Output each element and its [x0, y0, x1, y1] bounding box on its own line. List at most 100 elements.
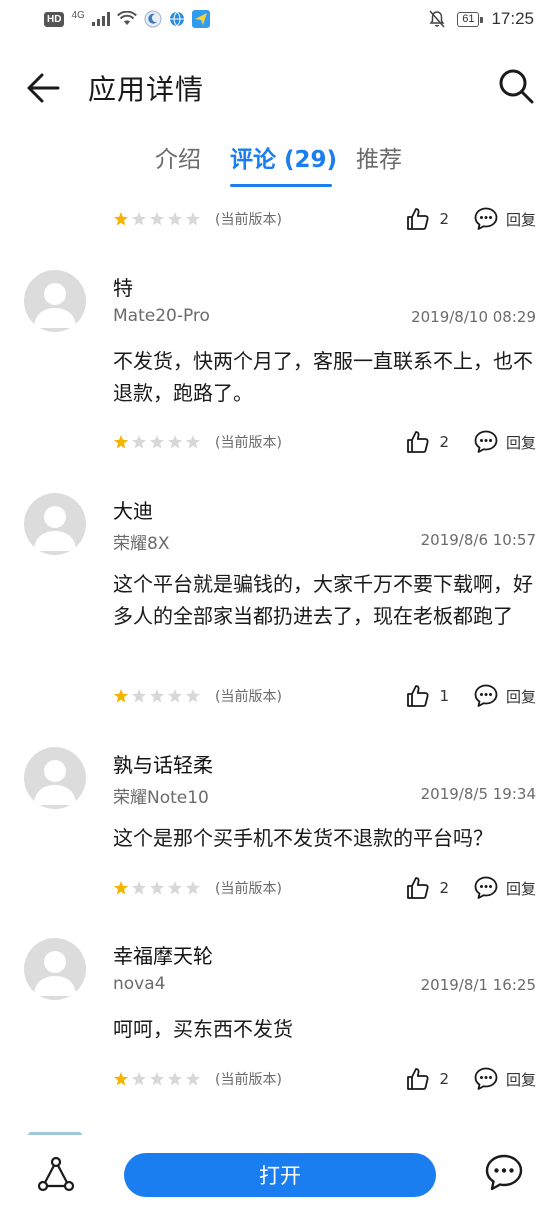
thumbs-up-icon[interactable]	[405, 1066, 431, 1092]
app-bar: 应用详情	[0, 50, 560, 126]
tab-reviews[interactable]: 评论 (29)	[230, 140, 337, 174]
reviewer-device: 荣耀Note10	[113, 788, 209, 808]
tab-recommend[interactable]: 推荐	[356, 140, 402, 174]
review-timestamp: 2019/8/1 16:25	[420, 976, 536, 994]
review-footer: (当前版本) 2 回复	[113, 1064, 536, 1094]
review-item: 孰与话轻柔荣耀Note10 2019/8/5 19:34 这个是那个买手机不发货不退…	[0, 747, 560, 903]
avatar[interactable]	[24, 938, 86, 1000]
version-label: (当前版本)	[215, 435, 282, 451]
review-timestamp: 2019/8/5 19:34	[420, 785, 536, 803]
comment-bubble-icon[interactable]	[473, 429, 499, 455]
reply-button[interactable]: 回复	[506, 686, 536, 707]
page-title: 应用详情	[88, 73, 205, 106]
star-empty-icon	[132, 435, 146, 449]
bell-muted-icon	[429, 10, 445, 28]
star-filled-icon	[114, 212, 128, 226]
like-count: 2	[439, 210, 449, 228]
star-empty-icon	[168, 435, 182, 449]
share-icon[interactable]	[36, 1154, 76, 1194]
star-empty-icon	[168, 689, 182, 703]
comment-bubble-icon[interactable]	[473, 683, 499, 709]
star-empty-icon	[186, 212, 200, 226]
network-type: 4G	[71, 9, 85, 21]
status-bar: HD 4G 61 17:25	[0, 0, 560, 42]
review-timestamp: 2019/8/10 08:29	[411, 308, 536, 326]
thumbs-up-icon[interactable]	[405, 429, 431, 455]
reviewer-name[interactable]: 大迪	[113, 495, 153, 524]
globe-app-icon	[169, 11, 184, 27]
review-item: 特 Mate20-Pro 2019/8/10 08:29 不发货，快两个月了，客服一直…	[0, 270, 560, 457]
bottom-action-bar: 打开	[0, 1135, 560, 1213]
hd-badge: HD	[44, 11, 65, 27]
review-footer: (当前版本) 1 回复	[113, 681, 536, 711]
star-filled-icon	[114, 1072, 128, 1086]
chat-bubble-icon[interactable]	[484, 1153, 524, 1193]
star-empty-icon	[186, 435, 200, 449]
thumbs-up-icon[interactable]	[405, 875, 431, 901]
avatar[interactable]	[24, 747, 86, 809]
review-text: 这个平台就是骗钱的，大家千万不要下载啊，好多人的全部家当都扔进去了，现在老板都跑…	[113, 572, 533, 628]
reviewer-device: 荣耀8X	[113, 534, 170, 554]
reply-button[interactable]: 回复	[506, 432, 536, 453]
star-rating	[113, 211, 201, 227]
star-rating	[113, 880, 201, 896]
reviewer-name[interactable]: 幸福摩天轮	[113, 940, 213, 969]
star-empty-icon	[150, 689, 164, 703]
reviewer-device: Mate20-Pro	[113, 306, 210, 326]
star-empty-icon	[186, 1072, 200, 1086]
paper-plane-app-icon	[191, 10, 210, 28]
thumbs-up-icon[interactable]	[405, 206, 431, 232]
star-empty-icon	[168, 881, 182, 895]
tab-intro[interactable]: 介绍	[155, 140, 201, 174]
star-empty-icon	[132, 1072, 146, 1086]
like-count: 2	[439, 1070, 449, 1088]
reviewer-name[interactable]: 特	[113, 272, 133, 301]
star-empty-icon	[186, 881, 200, 895]
review-footer: (当前版本) 2 回复	[113, 204, 536, 234]
review-item: 幸福摩天轮 nova4 2019/8/1 16:25 呵呵，买东西不发货 (当前版本) 2…	[0, 938, 560, 1094]
star-rating	[113, 1071, 201, 1087]
avatar[interactable]	[24, 270, 86, 332]
version-label: (当前版本)	[215, 689, 282, 705]
signal-icon	[91, 12, 110, 26]
star-empty-icon	[132, 689, 146, 703]
back-arrow-icon[interactable]	[24, 68, 64, 108]
active-tab-indicator	[230, 184, 332, 187]
version-label: (当前版本)	[215, 1072, 282, 1088]
reply-button[interactable]: 回复	[506, 878, 536, 899]
star-empty-icon	[150, 212, 164, 226]
review-footer: (当前版本) 2 回复	[113, 427, 536, 457]
version-label: (当前版本)	[215, 212, 282, 228]
star-filled-icon	[114, 689, 128, 703]
reviewer-device: nova4	[113, 974, 166, 994]
reply-button[interactable]: 回复	[506, 1069, 536, 1090]
star-empty-icon	[150, 435, 164, 449]
search-icon[interactable]	[496, 66, 536, 106]
version-label: (当前版本)	[215, 881, 282, 897]
review-text: 不发货，快两个月了，客服一直联系不上，也不退款，跑路了。	[113, 349, 533, 405]
review-text: 这个是那个买手机不发货不退款的平台吗？	[113, 826, 493, 850]
like-count: 2	[439, 879, 449, 897]
moon-app-icon	[144, 10, 162, 28]
star-empty-icon	[168, 1072, 182, 1086]
star-empty-icon	[132, 881, 146, 895]
comment-bubble-icon[interactable]	[473, 206, 499, 232]
battery-indicator: 61	[457, 11, 484, 27]
star-empty-icon	[186, 689, 200, 703]
tab-bar: 介绍 评论 (29) 推荐	[0, 140, 560, 192]
like-count: 2	[439, 433, 449, 451]
star-rating	[113, 688, 201, 704]
thumbs-up-icon[interactable]	[405, 683, 431, 709]
clock: 17:25	[491, 9, 534, 28]
review-footer: (当前版本) 2 回复	[113, 873, 536, 903]
reply-button[interactable]: 回复	[506, 209, 536, 230]
comment-bubble-icon[interactable]	[473, 875, 499, 901]
review-text: 呵呵，买东西不发货	[113, 1017, 293, 1041]
review-item: 大迪 荣耀8X 2019/8/6 10:57 这个平台就是骗钱的，大家千万不要下载啊，…	[0, 493, 560, 711]
reviewer-name[interactable]: 孰与话轻柔	[113, 749, 213, 778]
avatar[interactable]	[24, 493, 86, 555]
like-count: 1	[439, 687, 449, 705]
open-app-button[interactable]: 打开	[124, 1153, 436, 1197]
wifi-icon	[116, 11, 137, 25]
comment-bubble-icon[interactable]	[473, 1066, 499, 1092]
